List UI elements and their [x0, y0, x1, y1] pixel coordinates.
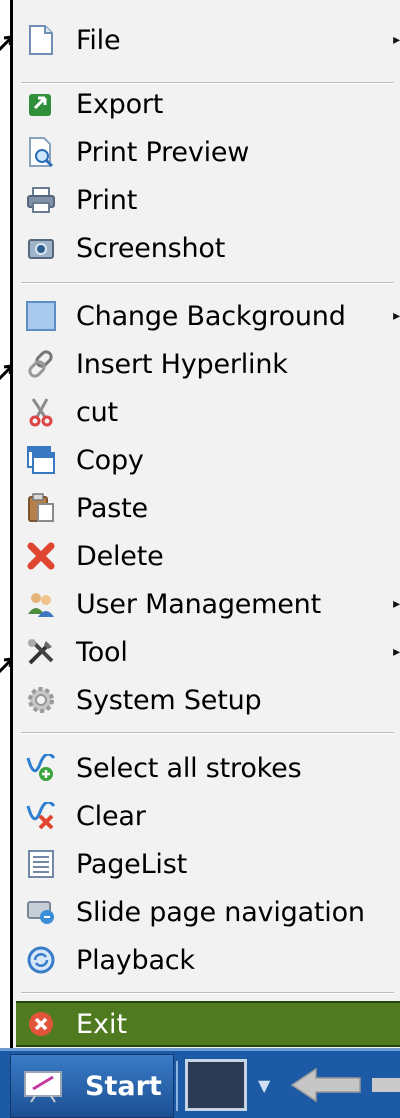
- separator: [21, 732, 394, 734]
- menu-item-export[interactable]: Export: [16, 81, 400, 127]
- menu-item-label: cut: [76, 396, 118, 428]
- export-icon: [26, 89, 56, 119]
- menu-item-label: Print Preview: [76, 136, 250, 168]
- menu-item-label: Change Background: [76, 300, 346, 332]
- menu-item-select-all-strokes[interactable]: Select all strokes: [16, 745, 400, 791]
- menu-item-copy[interactable]: Copy: [16, 437, 400, 483]
- submenu-arrow-icon: ▸: [393, 32, 400, 48]
- slide-navigation-icon: [26, 897, 56, 927]
- select-strokes-icon: [26, 753, 56, 783]
- separator: [21, 282, 394, 284]
- menu-item-label: Playback: [76, 944, 195, 976]
- exit-icon: [26, 1009, 56, 1039]
- paste-icon: [26, 493, 56, 523]
- menu-item-change-background[interactable]: Change Background ▸: [16, 293, 400, 339]
- menu-item-print-preview[interactable]: Print Preview: [16, 129, 400, 175]
- background-icon: [26, 301, 56, 331]
- menu-item-exit[interactable]: Exit: [16, 1001, 400, 1047]
- page-list-icon: [26, 849, 56, 879]
- menu-item-label: User Management: [76, 588, 321, 620]
- menu-item-screenshot[interactable]: Screenshot: [16, 225, 400, 271]
- menu-item-cut[interactable]: cut: [16, 389, 400, 435]
- users-icon: [26, 589, 56, 619]
- menu-item-print[interactable]: Print: [16, 177, 400, 223]
- tools-icon: [26, 637, 56, 667]
- menu-item-delete[interactable]: Delete: [16, 533, 400, 579]
- menu-item-label: Insert Hyperlink: [76, 348, 288, 380]
- menu-item-label: Print: [76, 184, 138, 216]
- submenu-arrow-icon: ▸: [393, 644, 400, 660]
- menu-item-label: Copy: [76, 444, 144, 476]
- forward-arrow-icon[interactable]: [372, 1078, 400, 1092]
- menu-item-label: File: [76, 24, 121, 56]
- chevron-down-icon[interactable]: ▼: [258, 1076, 270, 1095]
- menu-item-label: Slide page navigation: [76, 896, 365, 928]
- menu-item-slide-page-navigation[interactable]: Slide page navigation: [16, 889, 400, 935]
- context-menu: File ▸ Export Print Preview Print Screen…: [10, 0, 400, 1048]
- whiteboard-icon: [24, 1071, 62, 1103]
- menu-item-label: PageList: [76, 848, 187, 880]
- start-button[interactable]: Start: [10, 1054, 174, 1118]
- back-arrow-icon[interactable]: [290, 1065, 362, 1105]
- taskbar-divider: [176, 1061, 178, 1111]
- exit-label: Exit: [76, 1008, 128, 1040]
- delete-x-icon: [26, 541, 56, 571]
- camera-icon: [26, 233, 56, 263]
- playback-icon: [26, 945, 56, 975]
- menu-item-tool[interactable]: Tool ▸: [16, 629, 400, 675]
- menu-item-system-setup[interactable]: System Setup: [16, 677, 400, 723]
- menu-item-label: Tool: [76, 636, 128, 668]
- submenu-arrow-icon: ▸: [393, 596, 400, 612]
- scissors-icon: [26, 397, 56, 427]
- menu-item-label: Select all strokes: [76, 752, 302, 784]
- menu-item-label: Paste: [76, 492, 148, 524]
- start-label: Start: [85, 1070, 162, 1102]
- menu-item-label: Screenshot: [76, 232, 226, 264]
- menu-item-label: System Setup: [76, 684, 262, 716]
- gear-icon: [26, 685, 56, 715]
- window-thumbnail[interactable]: [185, 1059, 247, 1111]
- clear-icon: [26, 801, 56, 831]
- menu-item-label: Clear: [76, 800, 146, 832]
- menu-item-user-management[interactable]: User Management ▸: [16, 581, 400, 627]
- separator: [21, 992, 394, 994]
- print-preview-icon: [26, 137, 56, 167]
- menu-item-file[interactable]: File ▸: [16, 17, 400, 63]
- menu-item-playback[interactable]: Playback: [16, 937, 400, 983]
- link-icon: [26, 349, 56, 379]
- menu-item-paste[interactable]: Paste: [16, 485, 400, 531]
- printer-icon: [26, 185, 56, 215]
- menu-item-clear[interactable]: Clear: [16, 793, 400, 839]
- document-icon: [26, 25, 56, 55]
- copy-icon: [26, 445, 56, 475]
- menu-item-label: Delete: [76, 540, 164, 572]
- submenu-arrow-icon: ▸: [393, 308, 400, 324]
- taskbar: Start ▼: [0, 1048, 400, 1118]
- menu-item-insert-hyperlink[interactable]: Insert Hyperlink: [16, 341, 400, 387]
- menu-item-label: Export: [76, 88, 164, 120]
- menu-item-pagelist[interactable]: PageList: [16, 841, 400, 887]
